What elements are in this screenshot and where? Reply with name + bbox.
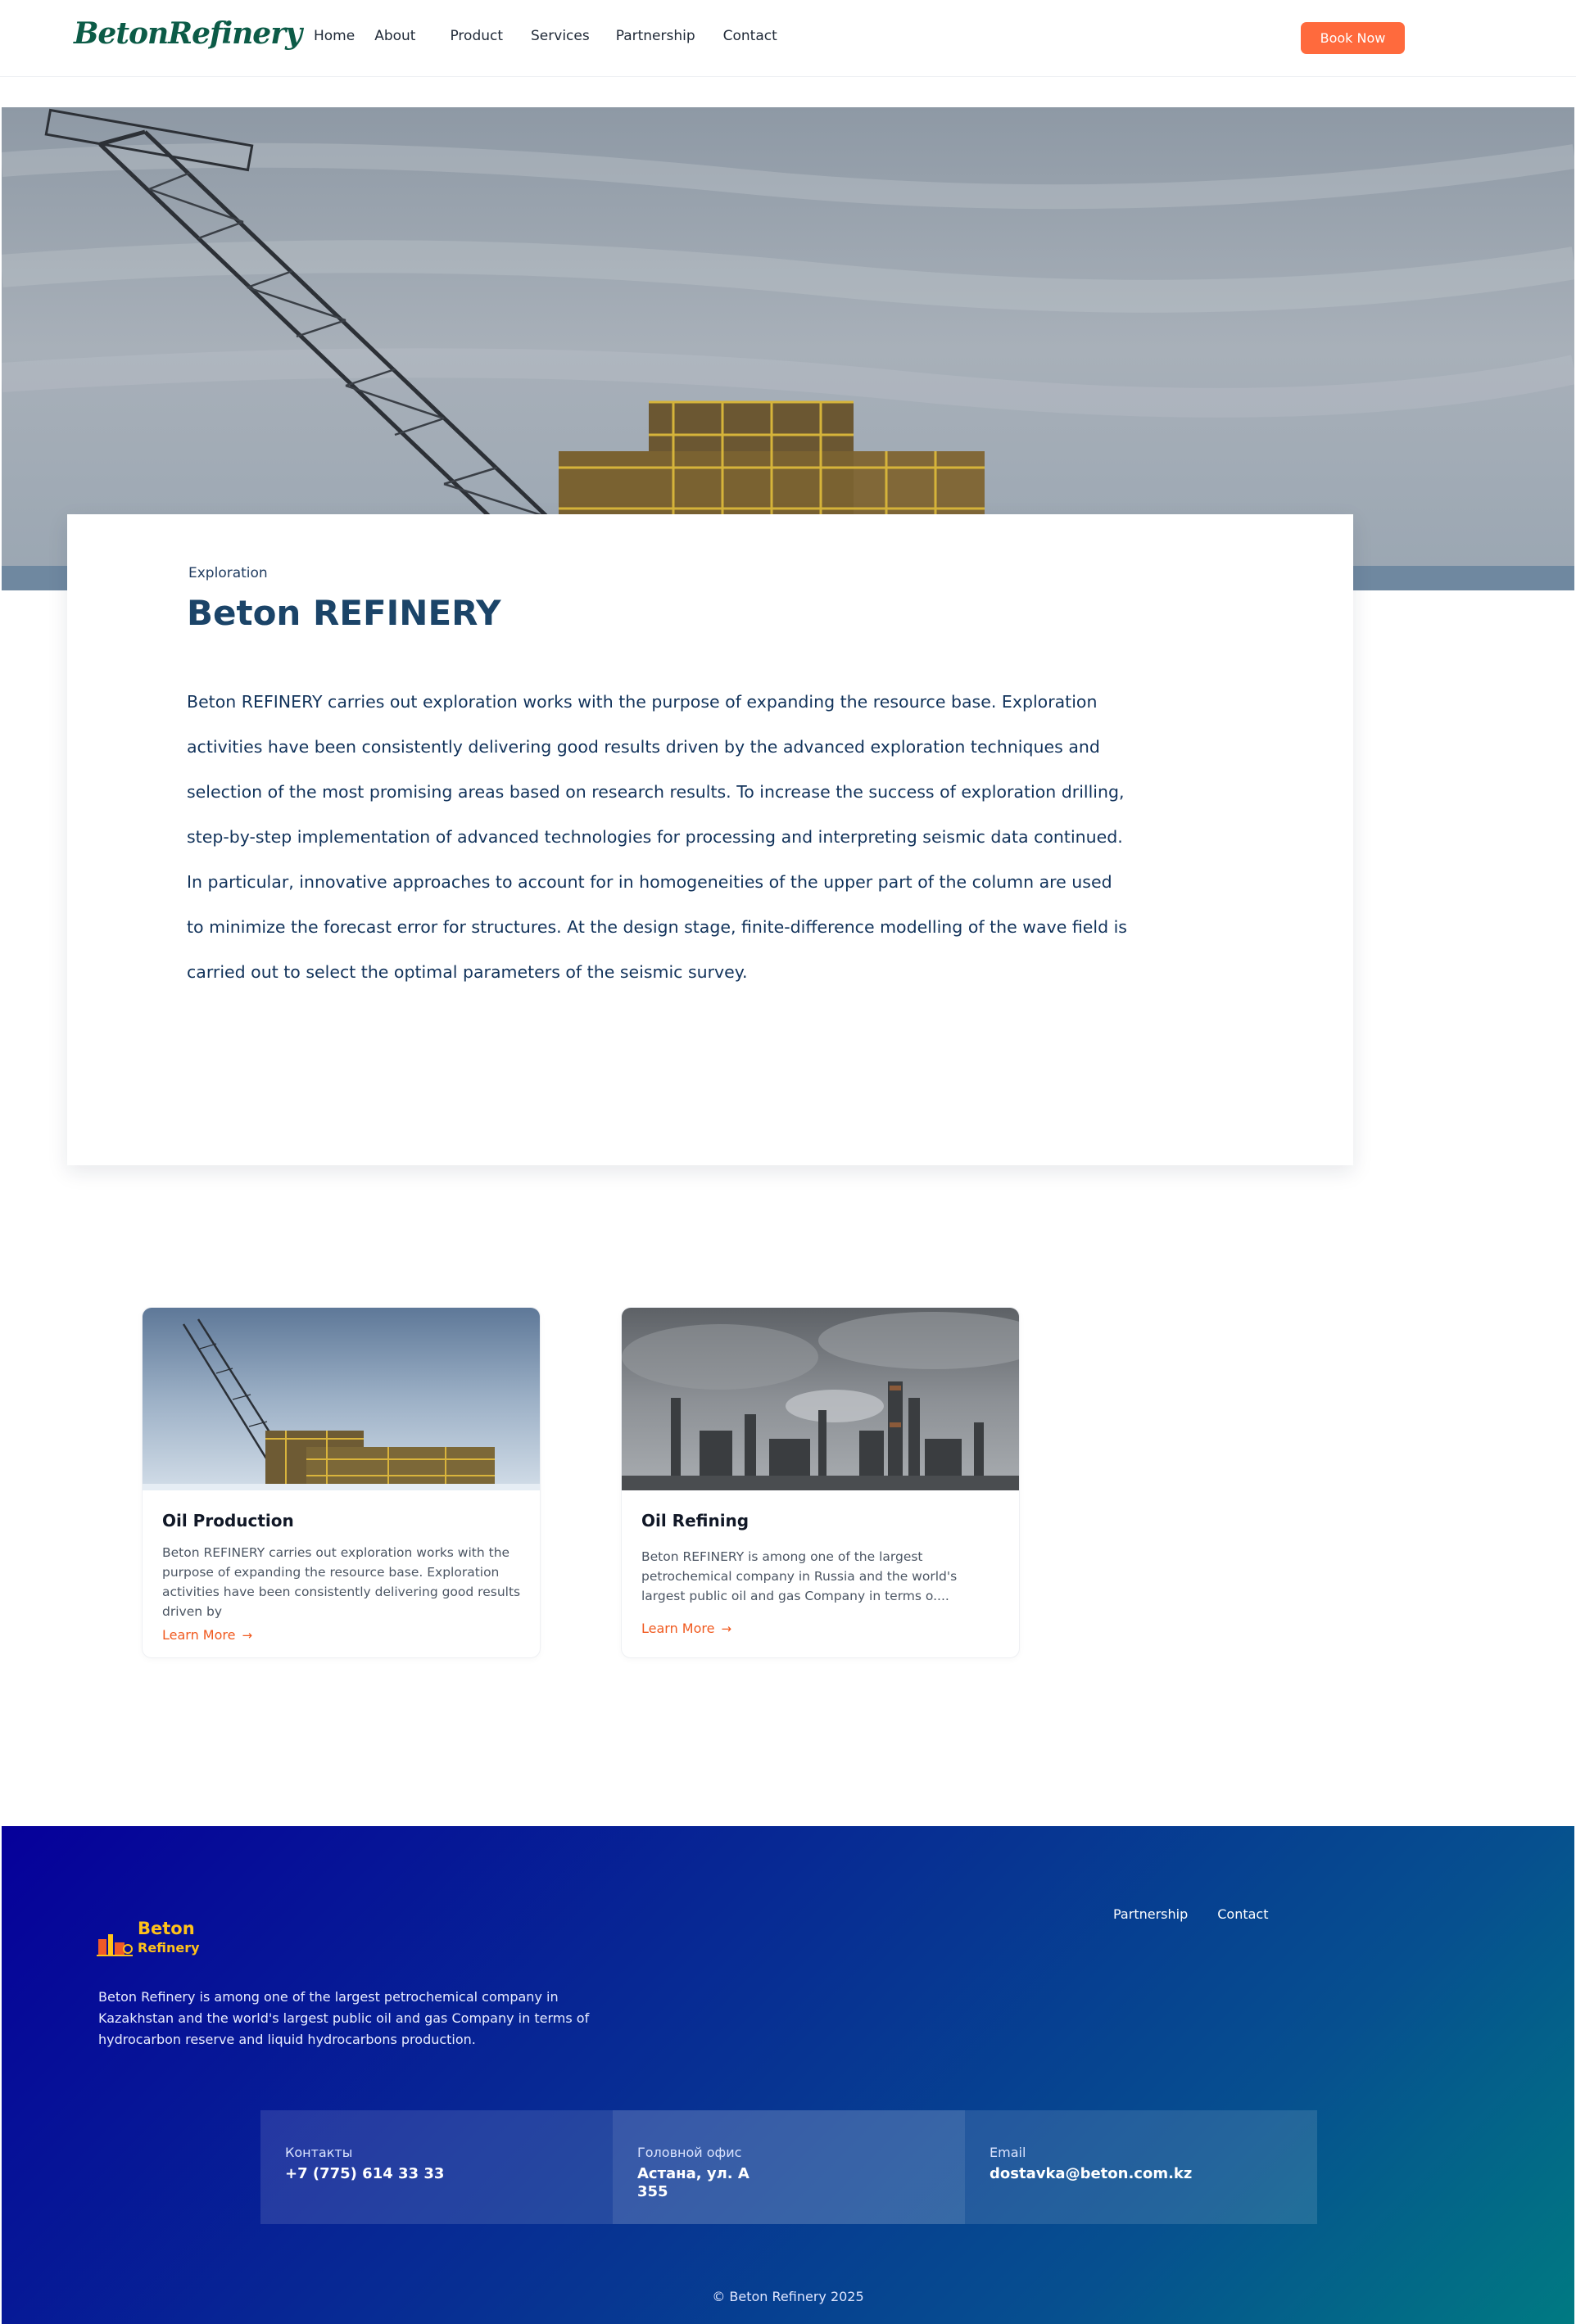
contact-label: Головной офис [637, 2145, 742, 2160]
nav-partnership[interactable]: Partnership [616, 28, 695, 44]
arrow-right-icon: → [242, 1627, 253, 1643]
nav-product[interactable]: Product [450, 28, 503, 44]
oil-refining-image [622, 1308, 1019, 1490]
office-address: Астана, ул. А 355 [637, 2165, 750, 2200]
main-nav: Home About Product Services Partnership … [314, 28, 777, 44]
intro-card: Exploration Beton REFINERY Beton REFINER… [67, 514, 1353, 1165]
service-description: Beton REFINERY is among one of the large… [641, 1549, 958, 1603]
service-card-oil-production[interactable]: Oil Production Beton REFINERY carries ou… [142, 1307, 541, 1658]
service-card-oil-refining[interactable]: Oil Refining Beton REFINERY is among one… [621, 1307, 1020, 1658]
nav-services[interactable]: Services [531, 28, 590, 44]
footer-brand: Beton Refinery [138, 1918, 200, 1957]
phone-number[interactable]: +7 (775) 614 33 33 [285, 2165, 588, 2183]
contact-email: Email dostavka@beton.com.kz [965, 2110, 1317, 2224]
footer-brand-name: Beton [138, 1919, 195, 1938]
refinery-logo-icon [97, 1934, 133, 1956]
intro-body: Beton REFINERY carries out exploration w… [187, 692, 1127, 982]
footer-link-partnership[interactable]: Partnership [1113, 1906, 1188, 1922]
email-address[interactable]: dostavka@beton.com.kz [990, 2165, 1293, 2183]
service-title: Oil Refining [641, 1511, 750, 1530]
footer-brand-sub: Refinery [138, 1940, 200, 1956]
service-title: Oil Production [162, 1511, 294, 1530]
page-title: Beton REFINERY [187, 593, 501, 633]
arrow-right-icon: → [721, 1621, 732, 1636]
footer-description: Beton Refinery is among one of the large… [98, 1989, 590, 2047]
learn-more-link[interactable]: Learn More → [641, 1621, 731, 1636]
footer-nav: Partnership Contact [1113, 1906, 1268, 1922]
contact-label: Контакты [285, 2145, 353, 2160]
service-description: Beton REFINERY carries out exploration w… [162, 1545, 521, 1619]
nav-home[interactable]: Home [314, 28, 355, 44]
contact-office: Головной офис Астана, ул. А 355 [613, 2110, 965, 2224]
contact-label: Email [990, 2145, 1026, 2160]
footer-link-contact[interactable]: Contact [1217, 1906, 1268, 1922]
learn-more-link[interactable]: Learn More → [162, 1627, 252, 1643]
nav-contact[interactable]: Contact [723, 28, 777, 44]
nav-about[interactable]: About [374, 28, 415, 44]
oil-production-image [143, 1308, 540, 1490]
copyright-text: © Beton Refinery 2025 [712, 2289, 864, 2304]
learn-more-label: Learn More [162, 1627, 236, 1643]
book-now-button[interactable]: Book Now [1301, 22, 1405, 54]
footer-logo[interactable]: Beton Refinery [97, 1918, 200, 1957]
site-footer: Beton Refinery Beton Refinery is among o… [2, 1826, 1574, 2324]
site-logo[interactable]: BetonRefinery [74, 16, 302, 51]
contact-panel: Контакты +7 (775) 614 33 33 Головной офи… [260, 2110, 1317, 2224]
learn-more-label: Learn More [641, 1621, 715, 1636]
contact-phone: Контакты +7 (775) 614 33 33 [260, 2110, 613, 2224]
section-eyebrow: Exploration [188, 565, 268, 581]
site-header: BetonRefinery Home About Product Service… [0, 0, 1576, 77]
